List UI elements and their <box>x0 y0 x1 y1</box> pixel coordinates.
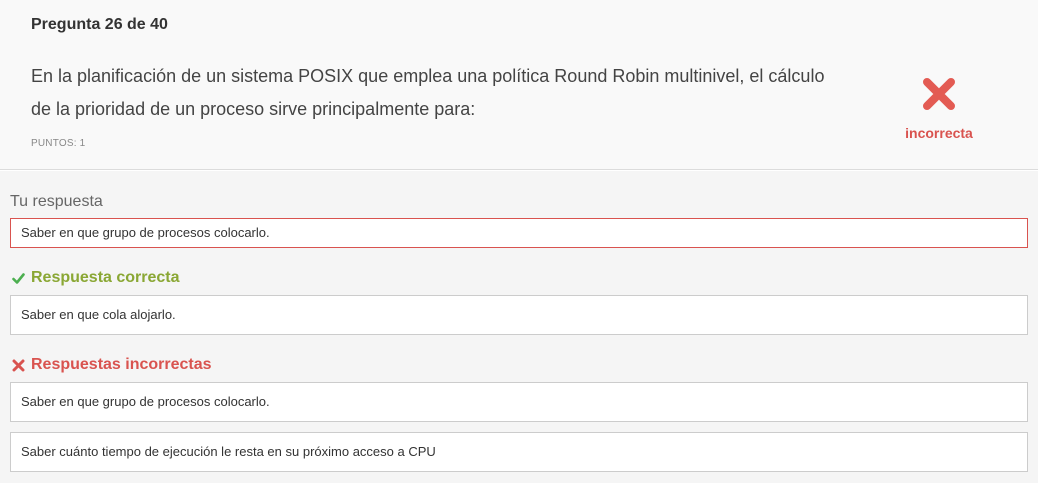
answers-section: Tu respuesta Saber en que grupo de proce… <box>0 171 1038 483</box>
correct-answer-heading: Respuesta correcta <box>12 269 180 287</box>
your-answer-box: Saber en que grupo de procesos colocarlo… <box>10 218 1028 248</box>
question-text: En la planificación de un sistema POSIX … <box>31 60 831 126</box>
question-text-line-1: En la planificación de un sistema POSIX … <box>31 66 825 86</box>
points-label: PUNTOS: 1 <box>31 138 86 149</box>
incorrect-answer-text: Saber cuánto tiempo de ejecución le rest… <box>21 444 436 459</box>
cross-small-icon <box>12 359 25 371</box>
question-text-line-2: de la prioridad de un proceso sirve prin… <box>31 99 476 119</box>
your-answer-label: Tu respuesta <box>10 193 103 210</box>
check-icon <box>12 272 25 284</box>
incorrect-answers-heading: Respuestas incorrectas <box>12 356 212 374</box>
correct-answer-text: Saber en que cola alojarlo. <box>21 307 176 322</box>
correct-answer-box: Saber en que cola alojarlo. <box>10 295 1028 335</box>
question-number: Pregunta 26 de 40 <box>31 16 168 33</box>
question-card: Pregunta 26 de 40 En la planificación de… <box>0 0 1038 170</box>
incorrect-answer-box: Saber cuánto tiempo de ejecución le rest… <box>10 432 1028 472</box>
correct-heading-text: Respuesta correcta <box>31 269 180 286</box>
result-label: incorrecta <box>905 125 973 141</box>
incorrect-answer-text: Saber en que grupo de procesos colocarlo… <box>21 394 270 409</box>
your-answer-text: Saber en que grupo de procesos colocarlo… <box>21 225 270 240</box>
incorrect-answer-box: Saber en que grupo de procesos colocarlo… <box>10 382 1028 422</box>
incorrect-heading-text: Respuestas incorrectas <box>31 356 212 373</box>
cross-icon <box>923 78 955 110</box>
